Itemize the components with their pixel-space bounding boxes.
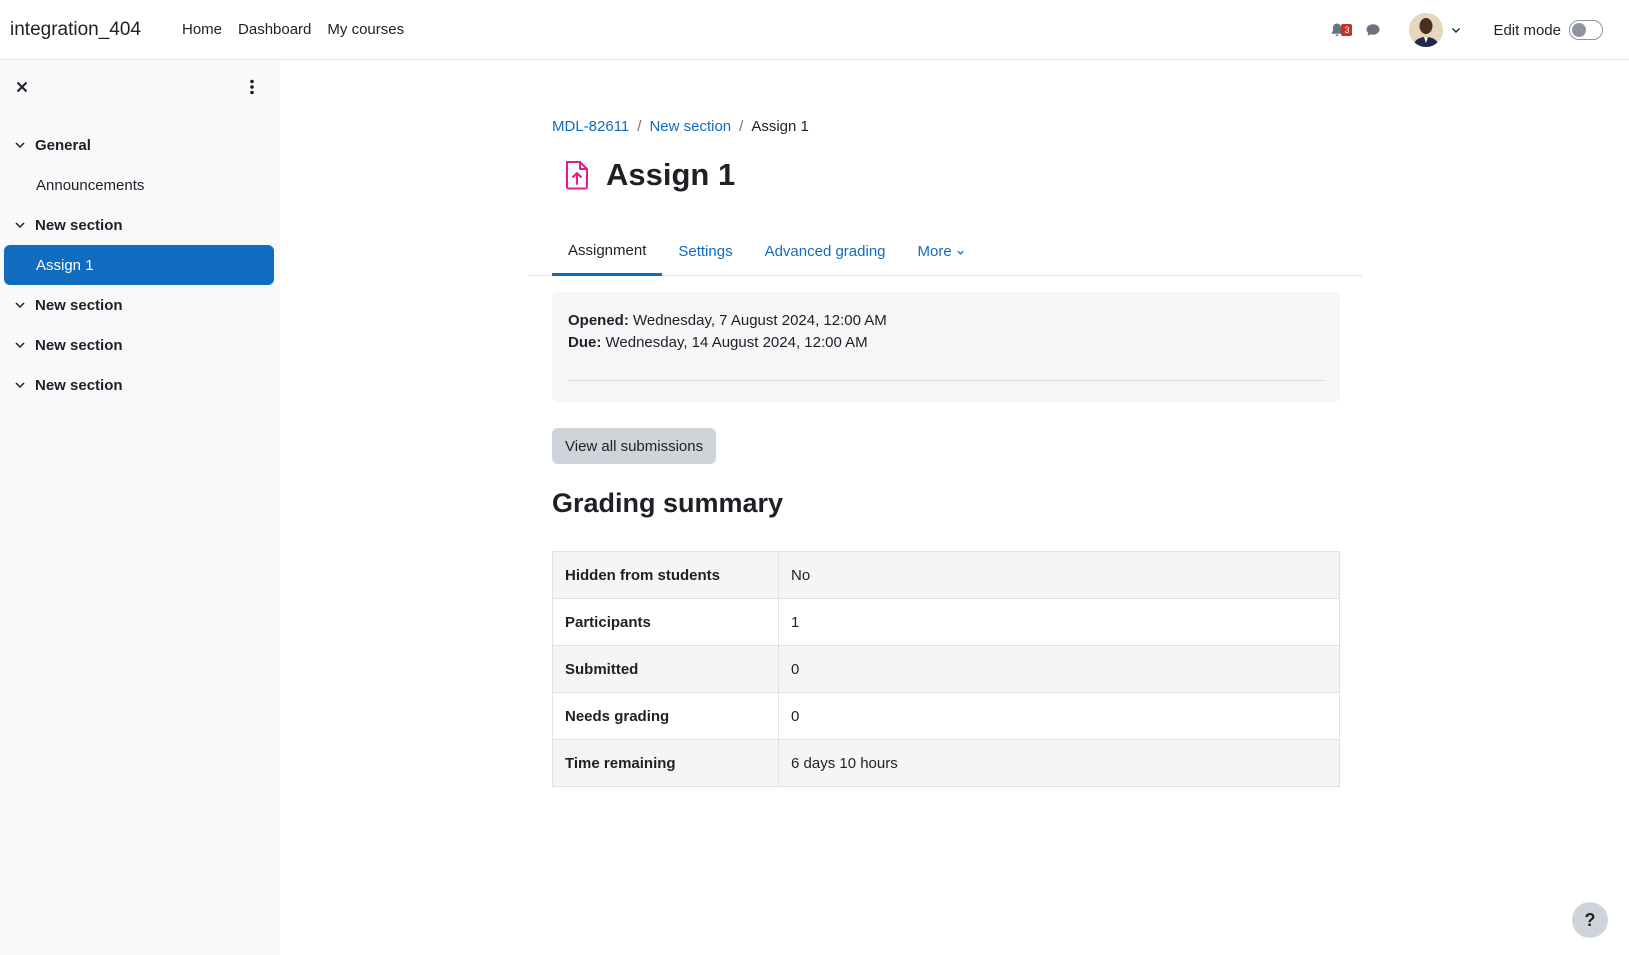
breadcrumb: MDL-82611 / New section / Assign 1 bbox=[552, 118, 809, 135]
chevron-down-icon[interactable] bbox=[14, 379, 26, 391]
edit-mode-label: Edit mode bbox=[1493, 21, 1561, 39]
activity-dates: Opened: Wednesday, 7 August 2024, 12:00 … bbox=[552, 292, 1340, 402]
chevron-down-icon[interactable] bbox=[14, 139, 26, 151]
nav-dashboard-link[interactable]: Dashboard bbox=[230, 21, 319, 38]
nav-home-link[interactable]: Home bbox=[174, 21, 230, 38]
table-row: Hidden from students No bbox=[552, 551, 1340, 599]
grading-summary-table: Hidden from students No Participants 1 S… bbox=[552, 551, 1340, 787]
opened-label: Opened: bbox=[568, 312, 629, 329]
due-value: Wednesday, 14 August 2024, 12:00 AM bbox=[605, 334, 868, 351]
notifications-bell-icon[interactable]: 3 bbox=[1325, 18, 1353, 42]
course-section-new-section[interactable]: New section bbox=[0, 325, 280, 365]
site-name[interactable]: integration_404 bbox=[10, 19, 141, 41]
user-nav: 3 Edit mode bbox=[1325, 0, 1629, 60]
grading-summary-heading: Grading summary bbox=[552, 488, 784, 518]
chevron-down-icon bbox=[1452, 28, 1461, 33]
assignment-upload-icon bbox=[566, 161, 588, 190]
chevron-down-icon bbox=[957, 250, 964, 255]
section-title: New section bbox=[35, 336, 123, 354]
course-section-new-section[interactable]: New section bbox=[0, 365, 280, 405]
row-value: 0 bbox=[778, 692, 1340, 740]
course-index: General Announcements New section Assign… bbox=[0, 125, 280, 405]
breadcrumb-separator: / bbox=[739, 118, 744, 135]
row-value: 1 bbox=[778, 598, 1340, 646]
section-title: New section bbox=[35, 376, 123, 394]
opened-date: Opened: Wednesday, 7 August 2024, 12:00 … bbox=[568, 310, 1324, 332]
divider bbox=[568, 380, 1324, 381]
tab-advanced-grading[interactable]: Advanced grading bbox=[749, 228, 902, 276]
row-label: Needs grading bbox=[552, 692, 779, 740]
due-date: Due: Wednesday, 14 August 2024, 12:00 AM bbox=[568, 332, 1324, 354]
section-title: New section bbox=[35, 216, 123, 234]
edit-mode-switch[interactable] bbox=[1569, 20, 1603, 40]
kebab-menu-icon[interactable] bbox=[246, 78, 258, 96]
row-value: No bbox=[778, 551, 1340, 599]
section-title: New section bbox=[35, 296, 123, 314]
course-section-new-section[interactable]: New section bbox=[0, 285, 280, 325]
page-title: Assign 1 bbox=[606, 157, 736, 192]
nav-my-courses-link[interactable]: My courses bbox=[319, 21, 412, 38]
edit-mode-toggle[interactable]: Edit mode bbox=[1493, 20, 1603, 40]
user-avatar bbox=[1409, 13, 1444, 47]
breadcrumb-course-link[interactable]: MDL-82611 bbox=[552, 118, 629, 135]
top-navbar: integration_404 Home Dashboard My course… bbox=[0, 0, 1629, 60]
secondary-navigation-tabs: Assignment Settings Advanced grading Mor… bbox=[528, 228, 1362, 276]
course-section-new-section[interactable]: New section bbox=[0, 205, 280, 245]
course-item-announcements[interactable]: Announcements bbox=[0, 165, 280, 205]
chevron-down-icon[interactable] bbox=[14, 299, 26, 311]
table-row: Participants 1 bbox=[552, 598, 1340, 646]
table-row: Time remaining 6 days 10 hours bbox=[552, 739, 1340, 787]
notification-count-badge: 3 bbox=[1341, 24, 1353, 36]
row-label: Submitted bbox=[552, 645, 779, 693]
section-title: General bbox=[35, 136, 91, 154]
chevron-down-icon[interactable] bbox=[14, 339, 26, 351]
help-button[interactable]: ? bbox=[1572, 902, 1608, 938]
row-label: Time remaining bbox=[552, 739, 779, 787]
breadcrumb-separator: / bbox=[637, 118, 642, 135]
user-menu-toggle[interactable] bbox=[1409, 13, 1461, 47]
row-label: Hidden from students bbox=[552, 551, 779, 599]
tab-assignment[interactable]: Assignment bbox=[552, 228, 663, 276]
row-label: Participants bbox=[552, 598, 779, 646]
tab-more-label: More bbox=[917, 243, 952, 260]
table-row: Needs grading 0 bbox=[552, 692, 1340, 740]
opened-value: Wednesday, 7 August 2024, 12:00 AM bbox=[633, 312, 887, 329]
tab-settings[interactable]: Settings bbox=[662, 228, 748, 276]
table-row: Submitted 0 bbox=[552, 645, 1340, 693]
breadcrumb-section-link[interactable]: New section bbox=[649, 118, 731, 135]
row-value: 6 days 10 hours bbox=[778, 739, 1340, 787]
course-item-assign-1[interactable]: Assign 1 bbox=[4, 245, 274, 285]
due-label: Due: bbox=[568, 334, 602, 351]
close-icon[interactable] bbox=[13, 78, 31, 96]
primary-navigation: Home Dashboard My courses bbox=[174, 21, 412, 38]
breadcrumb-current: Assign 1 bbox=[751, 118, 809, 135]
row-value: 0 bbox=[778, 645, 1340, 693]
course-index-drawer: General Announcements New section Assign… bbox=[0, 60, 280, 955]
view-all-submissions-button[interactable]: View all submissions bbox=[552, 428, 717, 464]
tab-more[interactable]: More bbox=[902, 228, 981, 276]
course-section-general[interactable]: General bbox=[0, 125, 280, 165]
chevron-down-icon[interactable] bbox=[14, 219, 26, 231]
messages-chat-icon[interactable] bbox=[1361, 18, 1385, 42]
page-header: Assign 1 bbox=[564, 157, 735, 193]
